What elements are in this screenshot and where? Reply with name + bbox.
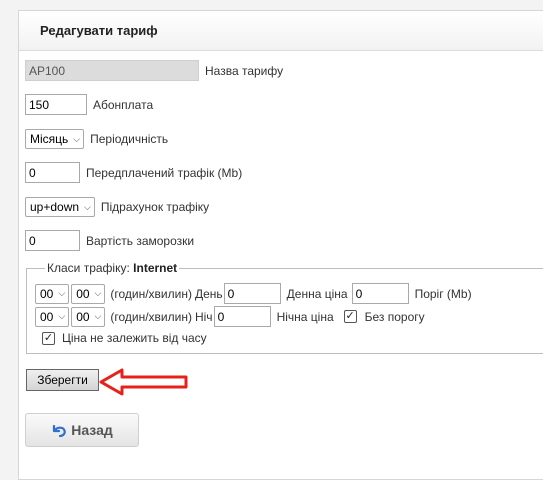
freeze-cost-label: Вартість заморозки	[86, 233, 195, 248]
tariff-name-label: Назва тарифу	[205, 63, 284, 78]
night-hint: (годин/хвилин)	[110, 309, 192, 324]
prepaid-traffic-row: Передплачений трафік (Mb)	[25, 162, 242, 183]
day-hint: (годин/хвилин)	[110, 286, 192, 301]
night-minutes-select[interactable]: 00 ⌵	[71, 306, 106, 327]
day-hours-select[interactable]: 00 ⌵	[35, 283, 70, 304]
chevron-down-icon: ⌵	[73, 133, 81, 144]
night-hours-value: 00	[40, 309, 54, 324]
threshold-label: Поріг (Mb)	[414, 286, 472, 301]
chevron-down-icon: ⌵	[58, 288, 66, 298]
periodicity-row: Місяць ⌵ Періодичність	[25, 129, 168, 149]
tariff-name-row: Назва тарифу	[25, 60, 283, 81]
freeze-cost-row: Вартість заморозки	[25, 230, 194, 251]
periodicity-label: Періодичність	[90, 132, 169, 146]
subscription-fee-input[interactable]	[25, 94, 87, 115]
night-price-label: Нічна ціна	[276, 309, 334, 324]
time-independent-label: Ціна не залежить від часу	[62, 331, 207, 345]
periodicity-select[interactable]: Місяць ⌵	[25, 129, 85, 149]
night-input[interactable]	[213, 306, 271, 327]
traffic-count-row: up+down ⌵ Підрахунок трафіку	[25, 197, 209, 217]
form-area: Назва тарифу Абонплата Місяць ⌵ Періодич…	[18, 10, 543, 465]
night-minutes-value: 00	[76, 309, 90, 324]
day-price-input[interactable]	[351, 283, 409, 304]
freeze-cost-input[interactable]	[25, 230, 80, 251]
annotation-arrow-icon	[99, 368, 188, 396]
tariff-name-input[interactable]	[25, 60, 199, 81]
day-label: День	[194, 286, 223, 301]
save-button[interactable]: Зберегти	[26, 369, 99, 391]
traffic-count-select[interactable]: up+down ⌵	[25, 197, 95, 217]
back-button[interactable]: Назад	[25, 413, 139, 447]
periodicity-value: Місяць	[30, 132, 69, 146]
prepaid-traffic-label: Передплачений трафік (Mb)	[86, 165, 243, 180]
subscription-fee-row: Абонплата	[25, 94, 153, 115]
checkmark-icon: ✓	[345, 310, 355, 322]
no-threshold-checkbox[interactable]: ✓	[343, 310, 357, 323]
time-independent-checkbox[interactable]: ✓	[42, 331, 55, 345]
night-row: 00 ⌵ 00 ⌵ (годин/хвилин) Ніч Нічна ціна …	[35, 306, 425, 327]
day-price-label: Денна ціна	[286, 286, 348, 301]
traffic-count-label: Підрахунок трафіку	[100, 200, 210, 214]
traffic-count-value: up+down	[30, 200, 80, 214]
subscription-fee-label: Абонплата	[93, 97, 154, 112]
chevron-down-icon: ⌵	[94, 288, 102, 298]
day-minutes-value: 00	[76, 286, 90, 301]
no-threshold-label: Без порогу	[364, 309, 425, 324]
day-hours-value: 00	[40, 286, 54, 301]
chevron-down-icon: ⌵	[84, 201, 91, 212]
prepaid-traffic-input[interactable]	[25, 162, 80, 183]
traffic-classes-legend: Класи трафіку: Internet	[45, 261, 180, 275]
time-independent-row: ✓ Ціна не залежить від часу	[42, 331, 207, 345]
night-label: Ніч	[194, 309, 213, 324]
back-button-label: Назад	[71, 422, 113, 438]
traffic-classes-legend-prefix: Класи трафіку:	[47, 261, 130, 275]
chevron-down-icon: ⌵	[94, 311, 102, 321]
chevron-down-icon: ⌵	[58, 311, 66, 321]
night-hours-select[interactable]: 00 ⌵	[35, 306, 70, 327]
day-input[interactable]	[223, 283, 281, 304]
back-arrow-icon	[53, 424, 67, 438]
day-row: 00 ⌵ 00 ⌵ (годин/хвилин) День Денна ціна…	[35, 283, 472, 304]
traffic-class-name: Internet	[133, 261, 178, 275]
day-minutes-select[interactable]: 00 ⌵	[71, 283, 106, 304]
checkmark-icon: ✓	[43, 331, 54, 344]
